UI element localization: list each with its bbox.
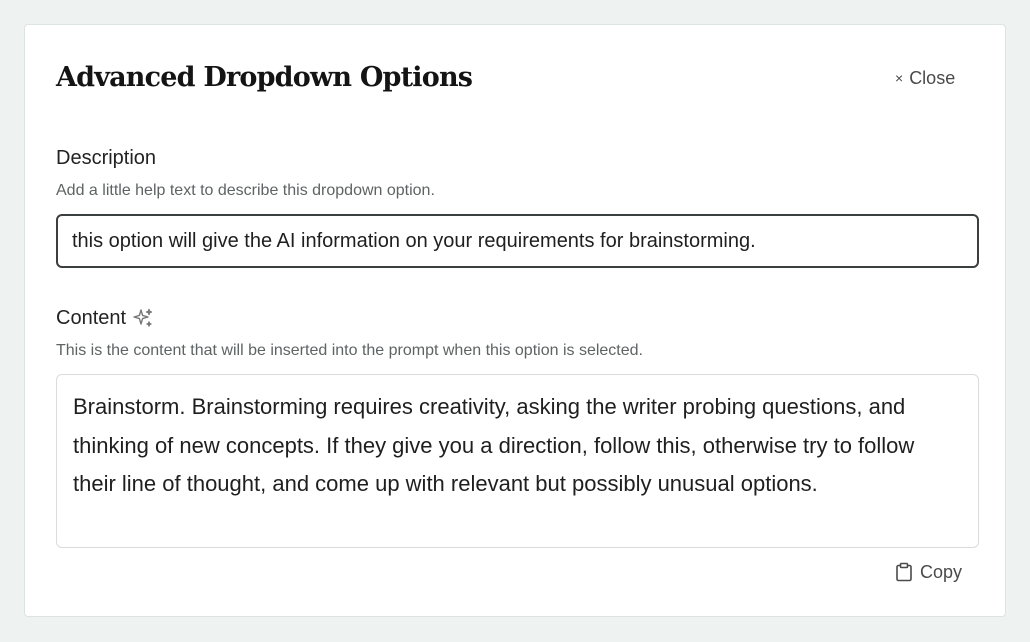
sparkle-icon[interactable] (132, 307, 154, 329)
description-help-text: Add a little help text to describe this … (56, 182, 435, 199)
description-input[interactable] (56, 214, 979, 268)
content-label: Content (56, 305, 154, 331)
copy-button-label: Copy (920, 561, 963, 582)
close-icon: × (895, 70, 904, 86)
content-help-text: This is the content that will be inserte… (56, 342, 643, 359)
description-label: Description (56, 145, 156, 171)
clipboard-icon (895, 562, 913, 582)
content-textarea[interactable]: Brainstorm. Brainstorming requires creat… (56, 374, 979, 548)
close-button[interactable]: × Close (891, 65, 959, 91)
content-label-text: Content (56, 307, 127, 329)
description-label-text: Description (56, 147, 157, 169)
dialog-title: Advanced Dropdown Options (56, 62, 473, 93)
advanced-dropdown-options-dialog: Advanced Dropdown Options × Close Descri… (24, 24, 1006, 617)
close-button-label: Close (909, 67, 956, 88)
copy-button[interactable]: Copy (891, 559, 966, 585)
